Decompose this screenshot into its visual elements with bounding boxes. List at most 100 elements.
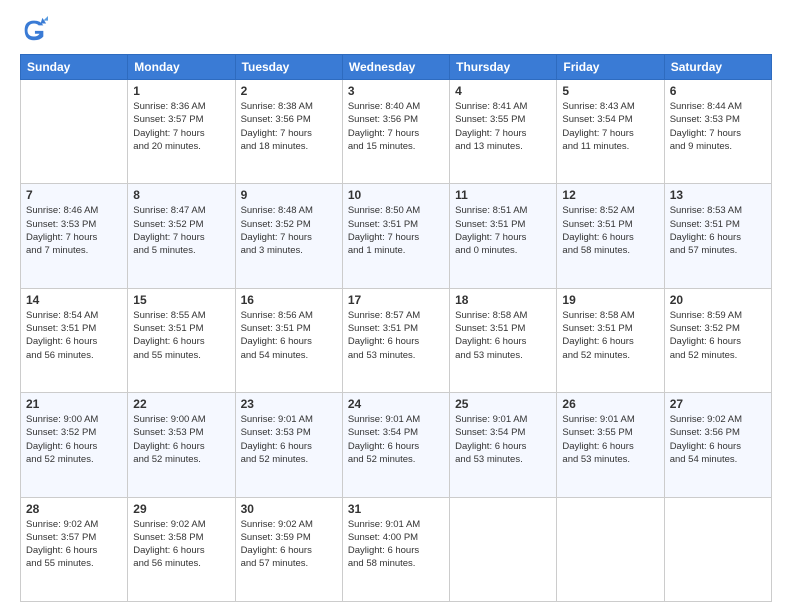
day-info: Sunrise: 8:52 AMSunset: 3:51 PMDaylight:… [562, 204, 658, 257]
calendar-cell: 23 Sunrise: 9:01 AMSunset: 3:53 PMDayligh… [235, 393, 342, 497]
day-number: 16 [241, 293, 337, 307]
logo-icon [20, 16, 48, 44]
weekday-tuesday: Tuesday [235, 55, 342, 80]
header [20, 16, 772, 44]
calendar-cell: 18 Sunrise: 8:58 AMSunset: 3:51 PMDayligh… [450, 288, 557, 392]
calendar-week-1: 1Sunrise: 8:36 AMSunset: 3:57 PMDaylight… [21, 80, 772, 184]
day-number: 30 [241, 502, 337, 516]
day-number: 27 [670, 397, 766, 411]
day-info: Sunrise: 8:58 AMSunset: 3:51 PMDaylight:… [455, 309, 551, 362]
calendar-cell: 28Sunrise: 9:02 AMSunset: 3:57 PMDayligh… [21, 497, 128, 601]
weekday-saturday: Saturday [664, 55, 771, 80]
day-number: 13 [670, 188, 766, 202]
day-number: 14 [26, 293, 122, 307]
day-number: 11 [455, 188, 551, 202]
calendar-cell: 1Sunrise: 8:36 AMSunset: 3:57 PMDaylight… [128, 80, 235, 184]
calendar-cell: 4 Sunrise: 8:41 AMSunset: 3:55 PMDaylight… [450, 80, 557, 184]
day-number: 3 [348, 84, 444, 98]
day-info: Sunrise: 8:50 AMSunset: 3:51 PMDaylight:… [348, 204, 444, 257]
calendar-header: SundayMondayTuesdayWednesdayThursdayFrid… [21, 55, 772, 80]
day-number: 21 [26, 397, 122, 411]
calendar-cell: 29Sunrise: 9:02 AMSunset: 3:58 PMDayligh… [128, 497, 235, 601]
calendar-cell [450, 497, 557, 601]
calendar-cell: 17 Sunrise: 8:57 AMSunset: 3:51 PMDayligh… [342, 288, 449, 392]
calendar-cell: 26 Sunrise: 9:01 AMSunset: 3:55 PMDayligh… [557, 393, 664, 497]
day-info: Sunrise: 8:46 AMSunset: 3:53 PMDaylight:… [26, 204, 122, 257]
day-number: 5 [562, 84, 658, 98]
calendar-cell: 16Sunrise: 8:56 AMSunset: 3:51 PMDayligh… [235, 288, 342, 392]
calendar-week-4: 21 Sunrise: 9:00 AMSunset: 3:52 PMDayligh… [21, 393, 772, 497]
day-number: 12 [562, 188, 658, 202]
day-number: 18 [455, 293, 551, 307]
day-number: 23 [241, 397, 337, 411]
calendar-cell: 3 Sunrise: 8:40 AMSunset: 3:56 PMDaylight… [342, 80, 449, 184]
calendar-cell: 14 Sunrise: 8:54 AMSunset: 3:51 PMDayligh… [21, 288, 128, 392]
day-number: 15 [133, 293, 229, 307]
day-info: Sunrise: 9:00 AMSunset: 3:52 PMDaylight:… [26, 413, 122, 466]
day-info: Sunrise: 9:01 AMSunset: 3:53 PMDaylight:… [241, 413, 337, 466]
calendar-cell [664, 497, 771, 601]
calendar-week-3: 14 Sunrise: 8:54 AMSunset: 3:51 PMDayligh… [21, 288, 772, 392]
day-info: Sunrise: 8:41 AMSunset: 3:55 PMDaylight:… [455, 100, 551, 153]
day-info: Sunrise: 9:00 AMSunset: 3:53 PMDaylight:… [133, 413, 229, 466]
calendar-week-5: 28Sunrise: 9:02 AMSunset: 3:57 PMDayligh… [21, 497, 772, 601]
day-info: Sunrise: 8:58 AMSunset: 3:51 PMDaylight:… [562, 309, 658, 362]
day-number: 9 [241, 188, 337, 202]
calendar-cell: 2 Sunrise: 8:38 AMSunset: 3:56 PMDaylight… [235, 80, 342, 184]
day-number: 6 [670, 84, 766, 98]
day-info: Sunrise: 9:02 AMSunset: 3:58 PMDaylight:… [133, 518, 229, 571]
day-number: 26 [562, 397, 658, 411]
calendar-cell: 12 Sunrise: 8:52 AMSunset: 3:51 PMDayligh… [557, 184, 664, 288]
day-info: Sunrise: 8:54 AMSunset: 3:51 PMDaylight:… [26, 309, 122, 362]
calendar-cell: 24 Sunrise: 9:01 AMSunset: 3:54 PMDayligh… [342, 393, 449, 497]
day-info: Sunrise: 9:01 AMSunset: 3:55 PMDaylight:… [562, 413, 658, 466]
day-info: Sunrise: 9:02 AMSunset: 3:59 PMDaylight:… [241, 518, 337, 571]
calendar-cell [21, 80, 128, 184]
day-number: 24 [348, 397, 444, 411]
calendar-cell [557, 497, 664, 601]
day-number: 19 [562, 293, 658, 307]
day-info: Sunrise: 8:43 AMSunset: 3:54 PMDaylight:… [562, 100, 658, 153]
weekday-wednesday: Wednesday [342, 55, 449, 80]
calendar-cell: 8 Sunrise: 8:47 AMSunset: 3:52 PMDaylight… [128, 184, 235, 288]
day-info: Sunrise: 9:01 AMSunset: 3:54 PMDaylight:… [348, 413, 444, 466]
day-info: Sunrise: 8:38 AMSunset: 3:56 PMDaylight:… [241, 100, 337, 153]
weekday-thursday: Thursday [450, 55, 557, 80]
day-number: 1 [133, 84, 229, 98]
day-number: 22 [133, 397, 229, 411]
calendar-cell: 22 Sunrise: 9:00 AMSunset: 3:53 PMDayligh… [128, 393, 235, 497]
day-info: Sunrise: 9:01 AMSunset: 3:54 PMDaylight:… [455, 413, 551, 466]
calendar-table: SundayMondayTuesdayWednesdayThursdayFrid… [20, 54, 772, 602]
calendar-cell: 6Sunrise: 8:44 AMSunset: 3:53 PMDaylight… [664, 80, 771, 184]
day-info: Sunrise: 8:40 AMSunset: 3:56 PMDaylight:… [348, 100, 444, 153]
calendar-cell: 30 Sunrise: 9:02 AMSunset: 3:59 PMDayligh… [235, 497, 342, 601]
calendar-cell: 11Sunrise: 8:51 AMSunset: 3:51 PMDayligh… [450, 184, 557, 288]
day-info: Sunrise: 8:57 AMSunset: 3:51 PMDaylight:… [348, 309, 444, 362]
day-number: 31 [348, 502, 444, 516]
day-number: 25 [455, 397, 551, 411]
day-number: 10 [348, 188, 444, 202]
logo [20, 16, 52, 44]
day-info: Sunrise: 8:47 AMSunset: 3:52 PMDaylight:… [133, 204, 229, 257]
weekday-monday: Monday [128, 55, 235, 80]
calendar-cell: 25 Sunrise: 9:01 AMSunset: 3:54 PMDayligh… [450, 393, 557, 497]
calendar-cell: 19 Sunrise: 8:58 AMSunset: 3:51 PMDayligh… [557, 288, 664, 392]
day-info: Sunrise: 9:02 AMSunset: 3:57 PMDaylight:… [26, 518, 122, 571]
calendar-cell: 5 Sunrise: 8:43 AMSunset: 3:54 PMDaylight… [557, 80, 664, 184]
calendar-cell: 21 Sunrise: 9:00 AMSunset: 3:52 PMDayligh… [21, 393, 128, 497]
calendar-cell: 13 Sunrise: 8:53 AMSunset: 3:51 PMDayligh… [664, 184, 771, 288]
day-number: 4 [455, 84, 551, 98]
day-info: Sunrise: 8:59 AMSunset: 3:52 PMDaylight:… [670, 309, 766, 362]
weekday-friday: Friday [557, 55, 664, 80]
calendar-cell: 9Sunrise: 8:48 AMSunset: 3:52 PMDaylight… [235, 184, 342, 288]
weekday-sunday: Sunday [21, 55, 128, 80]
calendar-body: 1Sunrise: 8:36 AMSunset: 3:57 PMDaylight… [21, 80, 772, 602]
day-number: 8 [133, 188, 229, 202]
day-number: 17 [348, 293, 444, 307]
calendar-cell: 7 Sunrise: 8:46 AMSunset: 3:53 PMDaylight… [21, 184, 128, 288]
day-number: 2 [241, 84, 337, 98]
day-info: Sunrise: 8:55 AMSunset: 3:51 PMDaylight:… [133, 309, 229, 362]
day-info: Sunrise: 8:53 AMSunset: 3:51 PMDaylight:… [670, 204, 766, 257]
day-number: 7 [26, 188, 122, 202]
day-info: Sunrise: 9:01 AMSunset: 4:00 PMDaylight:… [348, 518, 444, 571]
